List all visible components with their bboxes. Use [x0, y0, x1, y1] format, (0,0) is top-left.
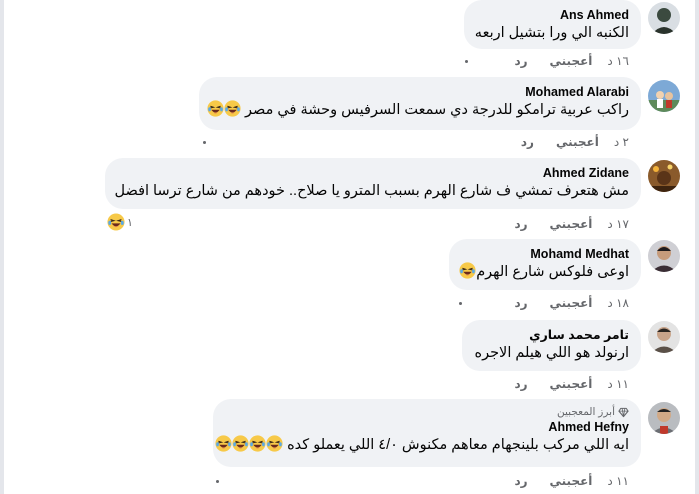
avatar[interactable] — [648, 240, 680, 272]
reaction-count: ١ — [127, 216, 133, 229]
avatar[interactable] — [648, 80, 680, 112]
comment-bubble: Ans Ahmed الكنبه الي ورا بتشيل اربعه — [464, 0, 641, 49]
avatar-image — [648, 321, 680, 353]
comment-author[interactable]: Mohamed Alarabi — [211, 84, 629, 100]
comment-text: مش هتعرف تمشي ف شارع الهرم بسبب المترو ي… — [114, 183, 629, 199]
comment-actions: ٢ د أعجبني رد — [521, 134, 629, 150]
comment-author[interactable]: تامر محمد ساري — [474, 327, 629, 343]
comment-author[interactable]: Ahmed Hefny — [225, 419, 629, 435]
avatar[interactable] — [648, 321, 680, 353]
reply-button[interactable]: رد — [514, 376, 527, 392]
laughing-tears-emoji-icon — [215, 435, 232, 452]
laughing-tears-emoji-icon — [224, 100, 241, 117]
comment-text: ارنولد هو اللي هيلم الاجره — [474, 345, 629, 361]
laughing-tears-emoji-icon — [232, 435, 249, 452]
comment-author[interactable]: Ans Ahmed — [476, 7, 629, 23]
like-button[interactable]: أعجبني — [550, 473, 593, 489]
reaction-summary[interactable]: ١ — [107, 212, 133, 232]
comment-actions: ١١ د أعجبني رد — [514, 376, 629, 392]
like-button[interactable]: أعجبني — [550, 376, 593, 392]
comment-time[interactable]: ١١ د — [607, 473, 629, 489]
separator-dot — [203, 141, 206, 144]
comment-actions: ١٨ د أعجبني رد — [514, 295, 629, 311]
comment-time[interactable]: ١٧ د — [607, 216, 629, 232]
avatar[interactable] — [648, 2, 680, 34]
comment-bubble: تامر محمد ساري ارنولد هو اللي هيلم الاجر… — [462, 320, 641, 371]
reply-button[interactable]: رد — [514, 295, 527, 311]
comment-bubble: Mohamd Medhat اوعى فلوكس شارع الهرم — [449, 239, 641, 290]
comment-author[interactable]: Mohamd Medhat — [461, 246, 629, 262]
avatar-image — [648, 2, 680, 34]
separator-dot — [216, 480, 219, 483]
comment-bubble: Ahmed Zidane مش هتعرف تمشي ف شارع الهرم … — [105, 158, 641, 209]
comment-text: اوعى فلوكس شارع الهرم — [476, 264, 629, 280]
avatar-image — [648, 240, 680, 272]
separator-dot — [459, 302, 462, 305]
comment-time[interactable]: ١١ د — [607, 376, 629, 392]
comment-author[interactable]: Ahmed Zidane — [117, 165, 629, 181]
diamond-icon — [618, 407, 629, 418]
avatar-image — [648, 402, 680, 434]
laughing-tears-emoji-icon — [207, 100, 224, 117]
avatar[interactable] — [648, 402, 680, 434]
like-button[interactable]: أعجبني — [556, 134, 599, 150]
reply-button[interactable]: رد — [514, 473, 527, 489]
avatar[interactable] — [648, 160, 680, 192]
reply-button[interactable]: رد — [514, 216, 527, 232]
laughing-tears-emoji-icon — [107, 213, 125, 231]
avatar-image — [648, 160, 680, 192]
scrollbar[interactable] — [695, 0, 699, 494]
comment-text-line: اوعى فلوكس شارع الهرم — [461, 262, 629, 282]
comment-time[interactable]: ٢ د — [614, 134, 629, 150]
laughing-tears-emoji-icon — [459, 262, 476, 279]
comment-actions: ١١ د أعجبني رد — [514, 473, 629, 489]
comment-text: راكب عربية ترامكو للدرجة دي سمعت السرفيس… — [245, 102, 629, 118]
laughing-tears-emoji-icon — [249, 435, 266, 452]
separator-dot — [465, 60, 468, 63]
like-button[interactable]: أعجبني — [550, 295, 593, 311]
reply-button[interactable]: رد — [521, 134, 534, 150]
comment-time[interactable]: ١٨ د — [607, 295, 629, 311]
comment-actions: ١٦ د أعجبني رد — [514, 53, 629, 69]
comment-bubble: أبرز المعجبين Ahmed Hefny ايه اللي مركب … — [213, 399, 641, 467]
comment-text: الكنبه الي ورا بتشيل اربعه — [474, 25, 629, 41]
comment-text-line: راكب عربية ترامكو للدرجة دي سمعت السرفيس… — [211, 100, 629, 120]
comment-actions: ١٧ د أعجبني رد — [514, 216, 629, 232]
avatar-image — [648, 80, 680, 112]
badge-label: أبرز المعجبين — [557, 406, 615, 418]
left-edge-divider — [0, 0, 4, 494]
reply-button[interactable]: رد — [514, 53, 527, 69]
comment-bubble: Mohamed Alarabi راكب عربية ترامكو للدرجة… — [199, 77, 641, 130]
laughing-tears-emoji-icon — [266, 435, 283, 452]
comment-time[interactable]: ١٦ د — [607, 53, 629, 69]
like-button[interactable]: أعجبني — [550, 53, 593, 69]
like-button[interactable]: أعجبني — [550, 216, 593, 232]
comment-text-line: ايه اللي مركب بلينجهام معاهم مكنوش ٤/٠ ا… — [225, 435, 629, 455]
top-fan-badge[interactable]: أبرز المعجبين — [225, 406, 629, 419]
comment-text: ايه اللي مركب بلينجهام معاهم مكنوش ٤/٠ ا… — [287, 437, 629, 453]
